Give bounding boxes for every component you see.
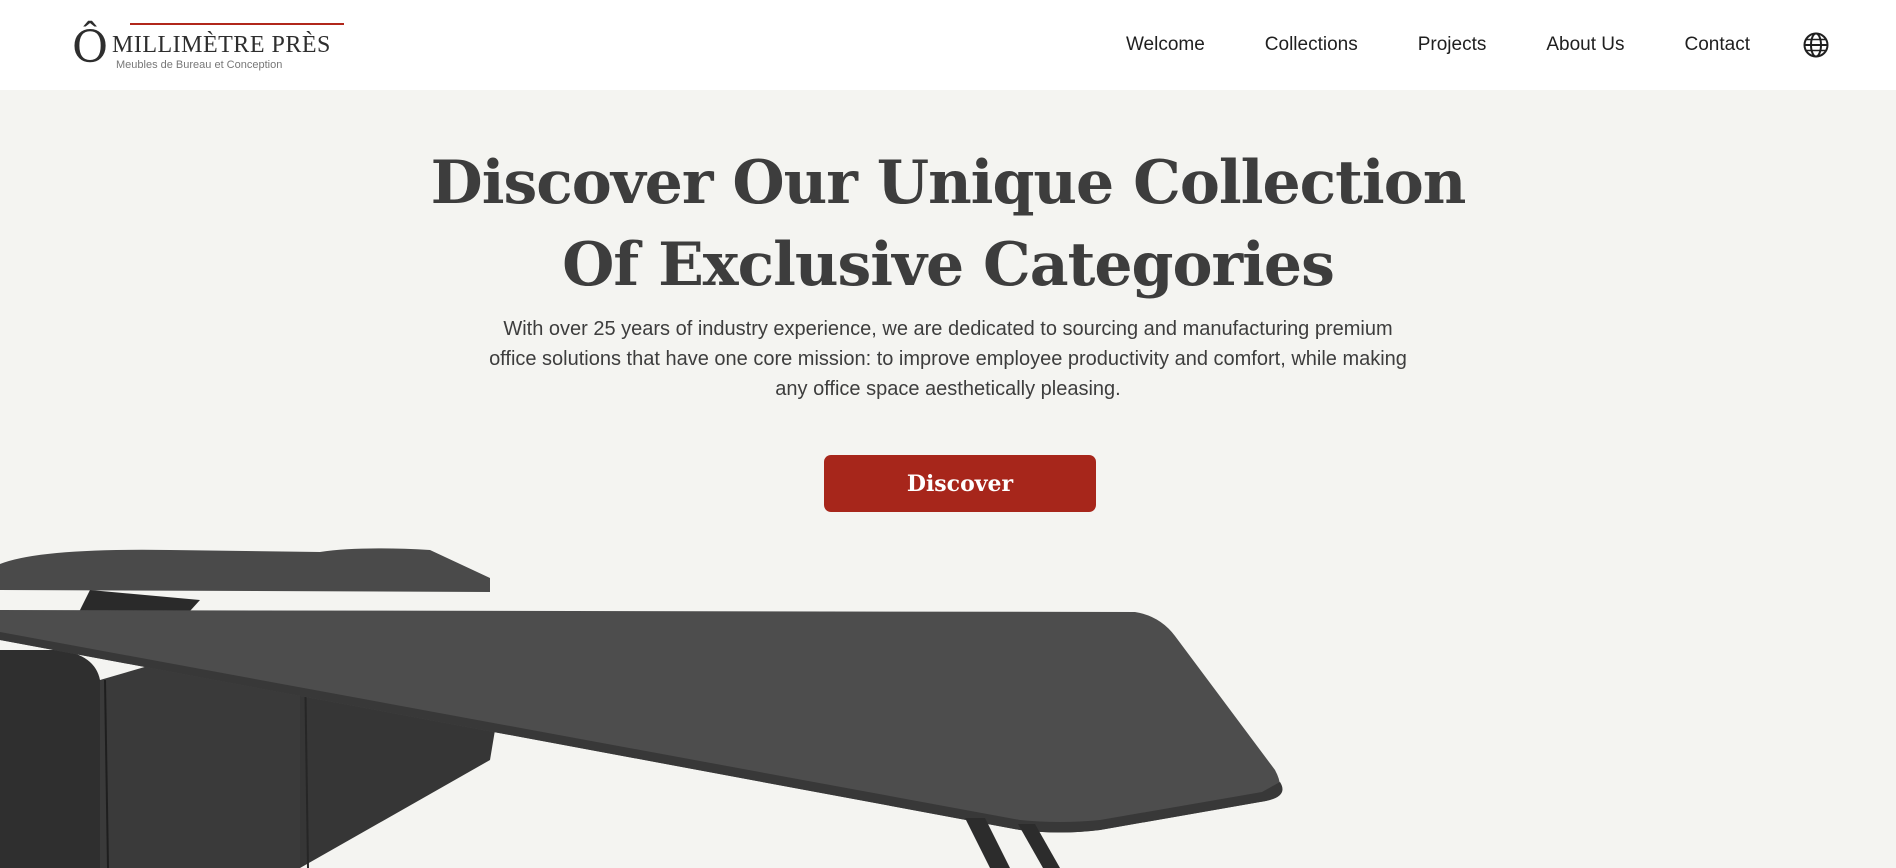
logo-mark: Ô — [72, 22, 109, 73]
brand-name: MILLIMÈTRE PRÈS — [112, 32, 331, 58]
hero-title-line-1: Discover Our Unique Collection — [430, 148, 1467, 218]
desk-image — [0, 548, 1283, 868]
brand-tagline: Meubles de Bureau et Conception — [116, 59, 283, 71]
nav-item-collections[interactable]: Collections — [1265, 34, 1358, 56]
hero-title-line-2: Of Exclusive Categories — [562, 230, 1335, 300]
nav-item-about-us[interactable]: About Us — [1546, 34, 1624, 56]
nav-item-welcome[interactable]: Welcome — [1126, 34, 1205, 56]
nav-item-contact[interactable]: Contact — [1685, 34, 1750, 56]
discover-button[interactable]: Discover — [824, 455, 1096, 512]
globe-icon[interactable] — [1802, 31, 1830, 59]
site-header: Ô MILLIMÈTRE PRÈS Meubles de Bureau et C… — [0, 0, 1896, 90]
main-nav: Welcome Collections Projects About Us Co… — [1066, 0, 1830, 90]
brand-logo[interactable]: Ô MILLIMÈTRE PRÈS Meubles de Bureau et C… — [72, 18, 344, 74]
logo-accent-line — [130, 23, 344, 25]
hero-title: Discover Our Unique Collection Of Exclus… — [348, 142, 1548, 306]
nav-item-projects[interactable]: Projects — [1418, 34, 1487, 56]
hero-subtitle: With over 25 years of industry experienc… — [489, 318, 1407, 400]
